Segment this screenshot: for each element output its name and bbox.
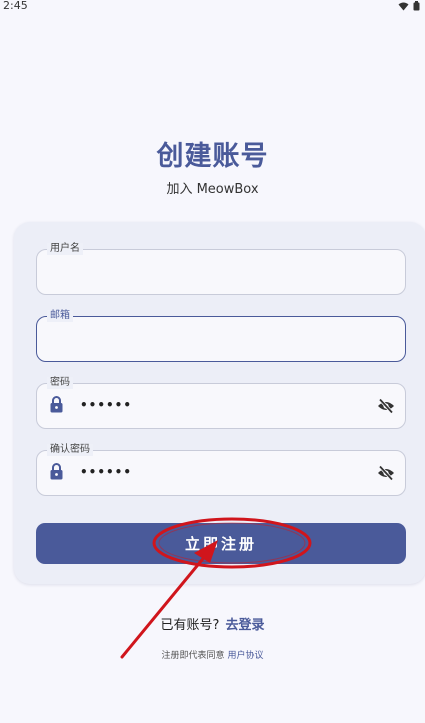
annotation-arrowhead <box>194 540 218 563</box>
annotation-ellipse <box>152 517 312 569</box>
annotation-arrow <box>120 553 208 659</box>
annotation-overlay <box>120 517 312 659</box>
